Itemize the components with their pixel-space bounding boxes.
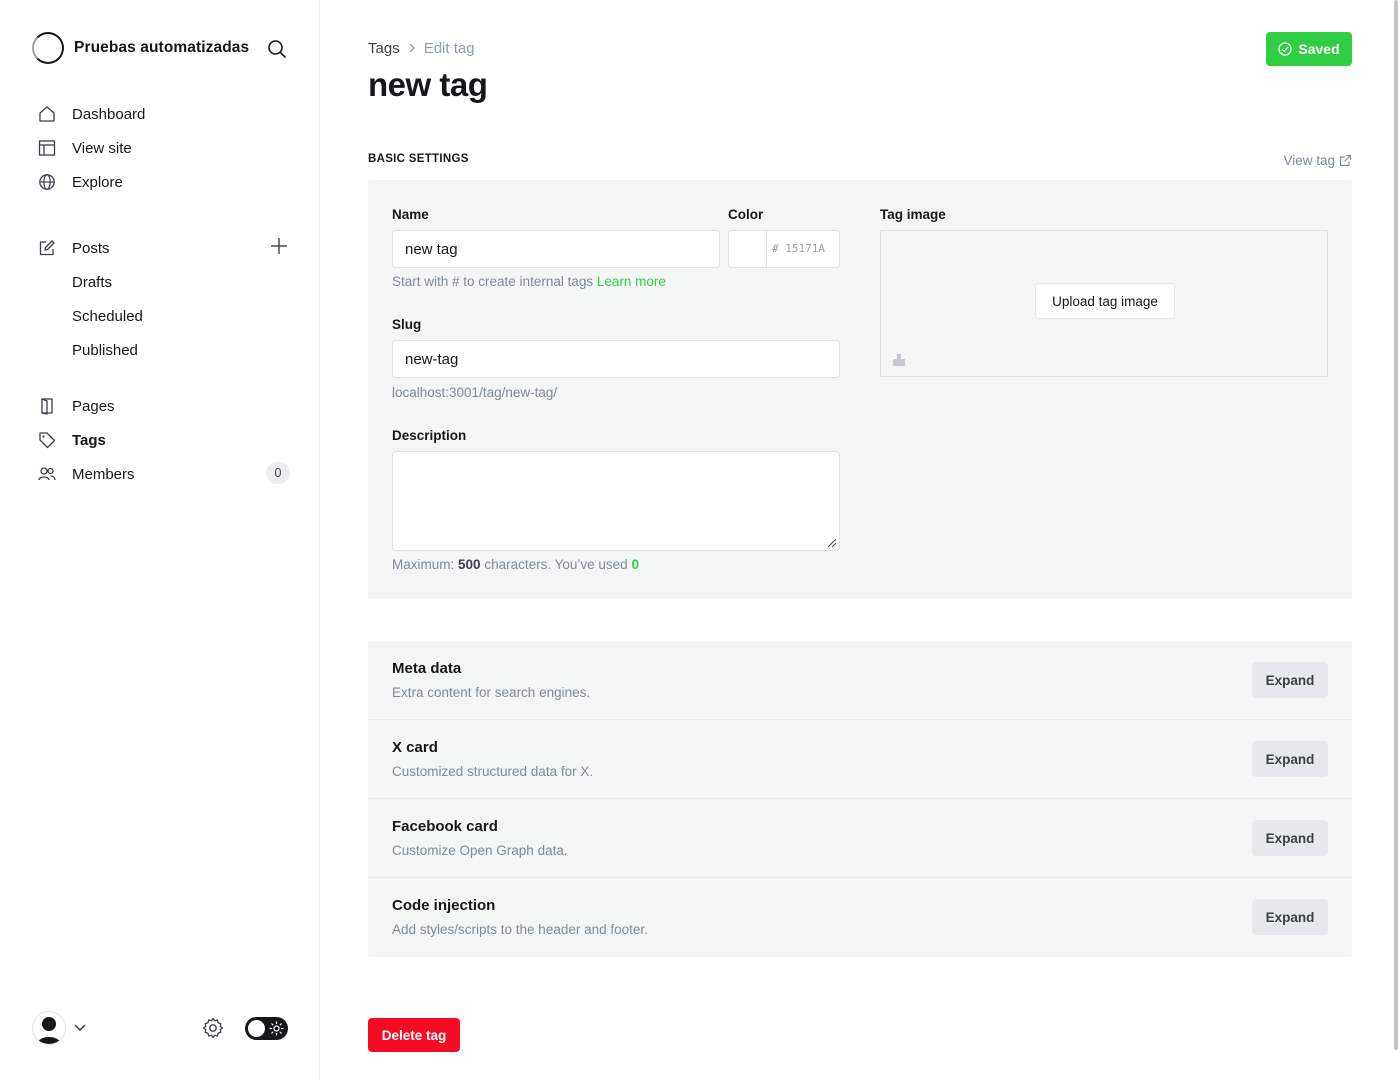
section-title: Code injection [392, 897, 496, 914]
sidebar-item-label: Published [72, 341, 138, 359]
external-link-icon [1339, 154, 1352, 167]
name-input[interactable]: new tag [392, 230, 720, 268]
sidebar: Pruebas automatizadas Dashboard View sit… [0, 0, 320, 1080]
desc-hint-used: 0 [631, 557, 639, 572]
sidebar-item-label: Pages [72, 397, 115, 415]
edit-icon [36, 237, 58, 259]
tag-image-label: Tag image [880, 207, 946, 222]
sidebar-item-label: Dashboard [72, 105, 146, 123]
check-circle-icon [1278, 42, 1293, 56]
sidebar-item-dashboard[interactable]: Dashboard [36, 100, 296, 128]
name-hint: Start with # to create internal tags Lea… [392, 274, 666, 289]
name-hint-text: Start with # to create internal tags [392, 274, 594, 289]
breadcrumb-tags-link[interactable]: Tags [368, 40, 400, 57]
description-textarea[interactable] [392, 451, 840, 551]
saved-button[interactable]: Saved [1266, 32, 1352, 66]
color-swatch[interactable] [729, 231, 767, 267]
sidebar-item-view-site[interactable]: View site [36, 134, 296, 162]
description-label: Description [392, 428, 467, 443]
sidebar-item-label: Scheduled [72, 307, 143, 325]
breadcrumb-current: Edit tag [423, 40, 475, 57]
sidebar-item-label: Drafts [72, 273, 113, 291]
chevron-down-icon[interactable] [72, 1019, 88, 1035]
page-title: new tag [368, 66, 488, 103]
color-field[interactable]: # 15171A [728, 230, 840, 268]
color-label: Color [728, 207, 764, 222]
section-description: Customized structured data for X. [392, 764, 594, 779]
new-post-plus-icon[interactable] [268, 235, 290, 257]
saved-label: Saved [1298, 41, 1340, 57]
desc-hint-max: 500 [458, 557, 481, 572]
expand-meta-data-button[interactable]: Expand [1252, 662, 1328, 698]
gear-icon[interactable] [201, 1016, 225, 1040]
expand-x-card-button[interactable]: Expand [1252, 741, 1328, 777]
members-icon [36, 463, 58, 485]
advanced-settings-accordion: Meta data Extra content for search engin… [368, 641, 1352, 957]
sidebar-item-label: Members [72, 465, 135, 483]
basic-settings-panel: Name new tag Color # 15171A Start with #… [368, 180, 1352, 599]
section-title: X card [392, 739, 438, 756]
sidebar-item-published[interactable]: Published [72, 336, 332, 364]
view-tag-label: View tag [1283, 153, 1335, 168]
name-label: Name [392, 207, 429, 222]
sidebar-item-pages[interactable]: Pages [36, 392, 296, 420]
sidebar-item-explore[interactable]: Explore [36, 168, 296, 196]
x-card-section: X card Customized structured data for X.… [368, 720, 1352, 799]
breadcrumb: Tags Edit tag [368, 40, 475, 57]
facebook-card-section: Facebook card Customize Open Graph data.… [368, 799, 1352, 878]
members-count-badge: 0 [266, 462, 290, 484]
desc-hint-mid: characters. You’ve used [484, 557, 628, 572]
site-brand[interactable]: Pruebas automatizadas [32, 32, 249, 64]
sidebar-item-label: Posts [72, 239, 110, 257]
slug-label: Slug [392, 317, 422, 332]
description-hint: Maximum: 500 characters. You’ve used 0 [392, 557, 639, 572]
resize-grip-icon[interactable] [825, 536, 837, 548]
layout-icon [36, 137, 58, 159]
color-hex-value: 15171A [785, 242, 825, 255]
toggle-knob [248, 1020, 265, 1037]
desc-hint-prefix: Maximum: [392, 557, 455, 572]
chevron-right-icon [408, 42, 416, 56]
slug-input[interactable]: new-tag [392, 340, 840, 378]
sidebar-item-posts[interactable]: Posts [36, 234, 296, 262]
user-avatar[interactable] [32, 1011, 66, 1045]
section-title: Facebook card [392, 818, 498, 835]
slug-url: localhost:3001/tag/new-tag/ [392, 385, 558, 400]
scrollbar[interactable] [1394, 0, 1398, 1050]
home-icon [36, 103, 58, 125]
section-description: Add styles/scripts to the header and foo… [392, 922, 648, 937]
tag-icon [36, 429, 58, 451]
meta-data-section: Meta data Extra content for search engin… [368, 641, 1352, 720]
expand-facebook-card-button[interactable]: Expand [1252, 820, 1328, 856]
upload-tag-image-button[interactable]: Upload tag image [1035, 283, 1175, 319]
sidebar-item-scheduled[interactable]: Scheduled [72, 302, 332, 330]
sidebar-item-label: Explore [72, 173, 123, 191]
section-description: Extra content for search engines. [392, 685, 591, 700]
search-icon[interactable] [264, 36, 290, 62]
site-logo [32, 32, 64, 64]
view-tag-link[interactable]: View tag [1283, 153, 1352, 168]
section-title: Meta data [392, 660, 462, 677]
tag-image-dropzone[interactable]: Upload tag image [880, 230, 1328, 377]
section-description: Customize Open Graph data. [392, 843, 568, 858]
sidebar-item-drafts[interactable]: Drafts [72, 268, 332, 296]
basic-settings-heading: BASIC SETTINGS [368, 153, 469, 165]
delete-tag-button[interactable]: Delete tag [368, 1018, 460, 1052]
sidebar-item-members[interactable]: Members [36, 460, 296, 488]
expand-code-injection-button[interactable]: Expand [1252, 899, 1328, 935]
sidebar-item-label: Tags [72, 431, 106, 449]
sun-icon [269, 1021, 284, 1036]
globe-icon [36, 171, 58, 193]
sidebar-item-tags[interactable]: Tags [36, 426, 296, 454]
sidebar-item-label: View site [72, 139, 132, 157]
code-injection-section: Code injection Add styles/scripts to the… [368, 878, 1352, 957]
image-upload-icon[interactable] [892, 353, 906, 367]
color-hex-input[interactable]: # 15171A [772, 242, 825, 255]
site-title: Pruebas automatizadas [74, 39, 250, 56]
dark-mode-toggle[interactable] [245, 1017, 288, 1040]
page-icon [36, 395, 58, 417]
learn-more-link[interactable]: Learn more [597, 274, 666, 289]
